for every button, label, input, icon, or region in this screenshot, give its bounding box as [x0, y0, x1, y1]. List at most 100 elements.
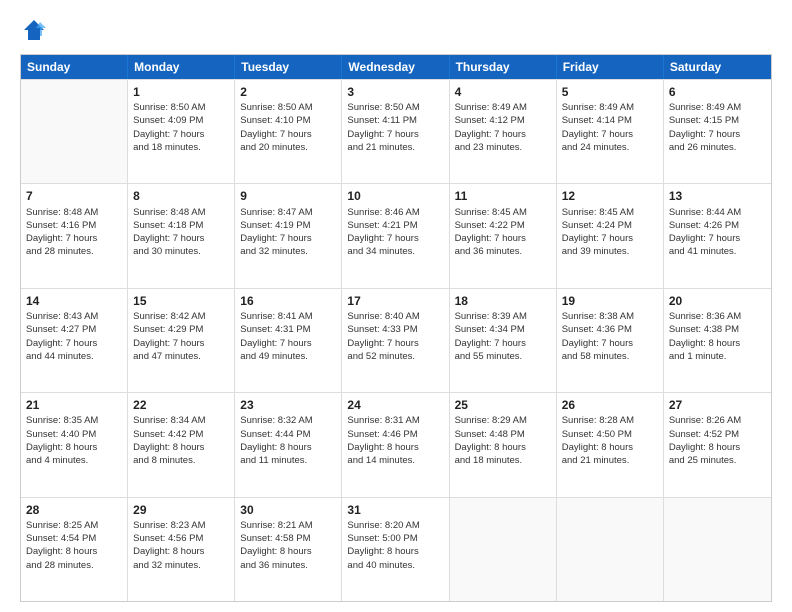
- page: SundayMondayTuesdayWednesdayThursdayFrid…: [0, 0, 792, 612]
- cell-line: Sunrise: 8:45 AM: [455, 206, 551, 219]
- cell-line: and 23 minutes.: [455, 141, 551, 154]
- calendar-cell: 6Sunrise: 8:49 AMSunset: 4:15 PMDaylight…: [664, 80, 771, 183]
- header-day-monday: Monday: [128, 55, 235, 79]
- cell-line: Sunrise: 8:39 AM: [455, 310, 551, 323]
- cell-line: Sunset: 4:27 PM: [26, 323, 122, 336]
- calendar-cell: 23Sunrise: 8:32 AMSunset: 4:44 PMDayligh…: [235, 393, 342, 496]
- cell-line: Daylight: 8 hours: [26, 545, 122, 558]
- cell-line: Daylight: 7 hours: [240, 128, 336, 141]
- day-number: 4: [455, 84, 551, 100]
- cell-line: Daylight: 8 hours: [133, 441, 229, 454]
- day-number: 26: [562, 397, 658, 413]
- day-number: 18: [455, 293, 551, 309]
- cell-line: Sunrise: 8:35 AM: [26, 414, 122, 427]
- cell-line: and 21 minutes.: [562, 454, 658, 467]
- day-number: 22: [133, 397, 229, 413]
- day-number: 3: [347, 84, 443, 100]
- cell-line: Sunset: 4:18 PM: [133, 219, 229, 232]
- cell-line: Sunrise: 8:46 AM: [347, 206, 443, 219]
- day-number: 5: [562, 84, 658, 100]
- cell-line: and 44 minutes.: [26, 350, 122, 363]
- day-number: 23: [240, 397, 336, 413]
- calendar-cell: 27Sunrise: 8:26 AMSunset: 4:52 PMDayligh…: [664, 393, 771, 496]
- cell-line: Daylight: 8 hours: [26, 441, 122, 454]
- day-number: 24: [347, 397, 443, 413]
- cell-line: and 55 minutes.: [455, 350, 551, 363]
- cell-line: and 28 minutes.: [26, 245, 122, 258]
- calendar-cell: [664, 498, 771, 601]
- cell-line: Sunrise: 8:41 AM: [240, 310, 336, 323]
- cell-line: Daylight: 7 hours: [133, 337, 229, 350]
- cell-line: Sunset: 4:40 PM: [26, 428, 122, 441]
- calendar-row: 21Sunrise: 8:35 AMSunset: 4:40 PMDayligh…: [21, 392, 771, 496]
- cell-line: and 34 minutes.: [347, 245, 443, 258]
- cell-line: and 18 minutes.: [133, 141, 229, 154]
- cell-line: Sunset: 4:24 PM: [562, 219, 658, 232]
- logo: [20, 16, 52, 44]
- cell-line: Daylight: 7 hours: [133, 232, 229, 245]
- calendar-cell: 25Sunrise: 8:29 AMSunset: 4:48 PMDayligh…: [450, 393, 557, 496]
- calendar-cell: 7Sunrise: 8:48 AMSunset: 4:16 PMDaylight…: [21, 184, 128, 287]
- cell-line: Daylight: 7 hours: [240, 232, 336, 245]
- cell-line: Sunrise: 8:34 AM: [133, 414, 229, 427]
- calendar-cell: 4Sunrise: 8:49 AMSunset: 4:12 PMDaylight…: [450, 80, 557, 183]
- cell-line: Sunrise: 8:38 AM: [562, 310, 658, 323]
- cell-line: Daylight: 7 hours: [562, 337, 658, 350]
- day-number: 27: [669, 397, 766, 413]
- cell-line: and 32 minutes.: [133, 559, 229, 572]
- calendar-header: SundayMondayTuesdayWednesdayThursdayFrid…: [21, 55, 771, 79]
- cell-line: Sunset: 4:36 PM: [562, 323, 658, 336]
- cell-line: Sunrise: 8:21 AM: [240, 519, 336, 532]
- cell-line: Sunrise: 8:31 AM: [347, 414, 443, 427]
- cell-line: Sunset: 4:31 PM: [240, 323, 336, 336]
- header-day-saturday: Saturday: [664, 55, 771, 79]
- cell-line: Sunset: 4:44 PM: [240, 428, 336, 441]
- day-number: 13: [669, 188, 766, 204]
- cell-line: Daylight: 7 hours: [562, 128, 658, 141]
- cell-line: Daylight: 7 hours: [26, 337, 122, 350]
- cell-line: Daylight: 8 hours: [347, 441, 443, 454]
- cell-line: Sunrise: 8:48 AM: [133, 206, 229, 219]
- cell-line: Daylight: 8 hours: [669, 337, 766, 350]
- cell-line: and 36 minutes.: [240, 559, 336, 572]
- calendar-cell: 20Sunrise: 8:36 AMSunset: 4:38 PMDayligh…: [664, 289, 771, 392]
- cell-line: and 18 minutes.: [455, 454, 551, 467]
- calendar-cell: 14Sunrise: 8:43 AMSunset: 4:27 PMDayligh…: [21, 289, 128, 392]
- calendar-cell: 15Sunrise: 8:42 AMSunset: 4:29 PMDayligh…: [128, 289, 235, 392]
- cell-line: Daylight: 8 hours: [669, 441, 766, 454]
- cell-line: Sunrise: 8:20 AM: [347, 519, 443, 532]
- calendar-cell: 1Sunrise: 8:50 AMSunset: 4:09 PMDaylight…: [128, 80, 235, 183]
- cell-line: Sunset: 4:15 PM: [669, 114, 766, 127]
- cell-line: Daylight: 7 hours: [669, 128, 766, 141]
- calendar-cell: 9Sunrise: 8:47 AMSunset: 4:19 PMDaylight…: [235, 184, 342, 287]
- day-number: 7: [26, 188, 122, 204]
- cell-line: Sunset: 4:14 PM: [562, 114, 658, 127]
- cell-line: Daylight: 7 hours: [347, 232, 443, 245]
- cell-line: and 39 minutes.: [562, 245, 658, 258]
- cell-line: and 28 minutes.: [26, 559, 122, 572]
- cell-line: Sunrise: 8:26 AM: [669, 414, 766, 427]
- logo-icon: [20, 16, 48, 44]
- cell-line: and 1 minute.: [669, 350, 766, 363]
- calendar-row: 28Sunrise: 8:25 AMSunset: 4:54 PMDayligh…: [21, 497, 771, 601]
- cell-line: Sunrise: 8:49 AM: [562, 101, 658, 114]
- day-number: 30: [240, 502, 336, 518]
- cell-line: Sunset: 4:38 PM: [669, 323, 766, 336]
- calendar-cell: 30Sunrise: 8:21 AMSunset: 4:58 PMDayligh…: [235, 498, 342, 601]
- cell-line: Sunset: 4:16 PM: [26, 219, 122, 232]
- cell-line: Sunset: 4:46 PM: [347, 428, 443, 441]
- cell-line: Sunset: 5:00 PM: [347, 532, 443, 545]
- cell-line: and 8 minutes.: [133, 454, 229, 467]
- day-number: 21: [26, 397, 122, 413]
- day-number: 9: [240, 188, 336, 204]
- day-number: 1: [133, 84, 229, 100]
- calendar-cell: 3Sunrise: 8:50 AMSunset: 4:11 PMDaylight…: [342, 80, 449, 183]
- cell-line: Sunset: 4:34 PM: [455, 323, 551, 336]
- day-number: 16: [240, 293, 336, 309]
- cell-line: and 24 minutes.: [562, 141, 658, 154]
- calendar-cell: 5Sunrise: 8:49 AMSunset: 4:14 PMDaylight…: [557, 80, 664, 183]
- cell-line: Sunrise: 8:44 AM: [669, 206, 766, 219]
- day-number: 12: [562, 188, 658, 204]
- header-day-thursday: Thursday: [450, 55, 557, 79]
- calendar-cell: [450, 498, 557, 601]
